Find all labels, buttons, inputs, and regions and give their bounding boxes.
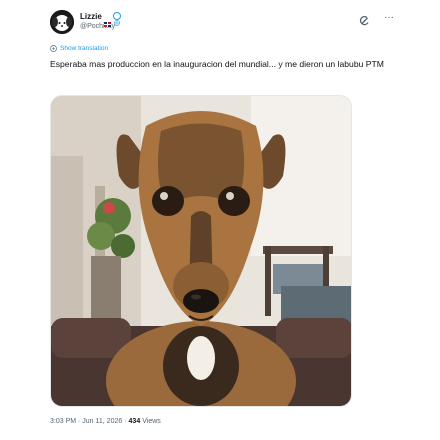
show-translation-label[interactable]: Show translation: [60, 45, 108, 52]
tweet-meta: 3:03 PM · Jun 11, 2026 · 434 Views: [50, 418, 161, 425]
tweet-text: Esperaba mas produccion en la inauguraci…: [50, 59, 384, 69]
views-label: Views: [142, 418, 161, 425]
globe-verified-icon: [112, 12, 121, 26]
grok-icon[interactable]: [358, 14, 370, 26]
tweet-photo[interactable]: [50, 95, 352, 407]
views-count[interactable]: 434: [129, 418, 141, 425]
user-info: Lizzie @Pochikity: [80, 10, 121, 30]
pochacco-avatar-icon: [50, 10, 74, 34]
more-options-icon[interactable]: ···: [384, 12, 394, 24]
dog-photo-image: [51, 96, 351, 406]
user-handle[interactable]: @Pochikity: [80, 23, 121, 30]
translate-icon: [50, 45, 57, 52]
dominican-flag-icon: [103, 14, 111, 27]
display-name[interactable]: Lizzie: [80, 12, 102, 21]
timestamp[interactable]: 3:03 PM · Jun 11, 2026 ·: [50, 418, 127, 425]
show-translation-link[interactable]: Show translation: [50, 45, 108, 52]
tweet-header: Lizzie @Pochikity ···: [50, 8, 400, 38]
avatar[interactable]: [50, 10, 74, 34]
